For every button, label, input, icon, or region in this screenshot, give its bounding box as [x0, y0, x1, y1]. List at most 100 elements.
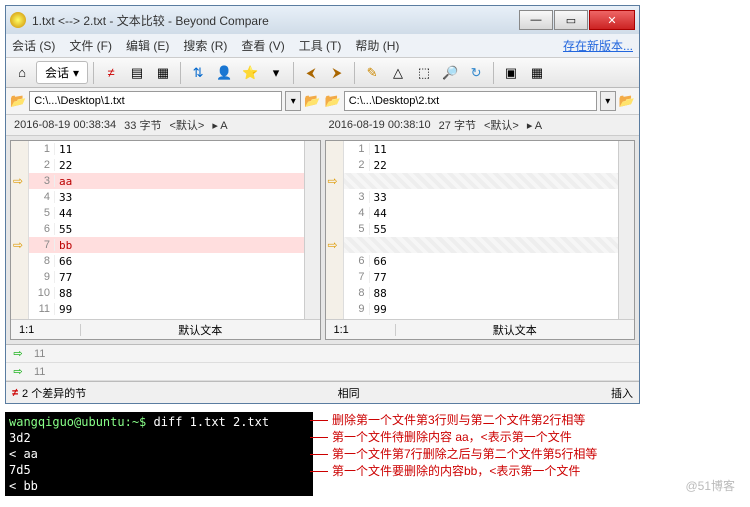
thumb-button[interactable]: ▤: [125, 61, 149, 85]
right-pane: ⇨⇨ 111222333444555666777888999- 1:1 默认文本: [325, 140, 636, 340]
line-row[interactable]: [344, 237, 619, 253]
term-out-3: < bb: [9, 478, 309, 494]
line-row[interactable]: 433: [29, 189, 304, 205]
annot-2: 第一个文件第7行删除之后与第二个文件第5行相等: [320, 446, 740, 463]
left-gutter: ⇨⇨: [11, 141, 29, 319]
menu-view[interactable]: 查看 (V): [241, 37, 284, 54]
terminal: wangqiguo@ubuntu:~$ diff 1.txt 2.txt 3d2…: [5, 412, 313, 496]
diff-icon: ≠: [12, 387, 18, 399]
marker-icon: ⇨: [6, 365, 30, 378]
menu-search[interactable]: 搜索 (R): [183, 37, 227, 54]
person-button[interactable]: 👤: [212, 61, 236, 85]
line-row[interactable]: 111: [29, 141, 304, 157]
line-row[interactable]: 999: [344, 301, 619, 317]
section-button[interactable]: ⬚: [412, 61, 436, 85]
minimize-button[interactable]: —: [519, 10, 553, 30]
bottom-line1: 11: [30, 348, 49, 360]
session-dropdown[interactable]: 会话▾: [36, 61, 88, 84]
home-button[interactable]: ⌂: [10, 61, 34, 85]
edit-button[interactable]: ✎: [360, 61, 384, 85]
left-enc-footer[interactable]: 默认文本: [81, 322, 320, 338]
annot-3: 第一个文件要删除的内容bb，<表示第一个文件: [320, 463, 740, 480]
right-timestamp: 2016-08-19 00:38:10: [329, 119, 431, 131]
annotations: 删除第一个文件第3行则与第二个文件第2行相等 第一个文件待删除内容 aa，<表示…: [320, 412, 740, 480]
line-row[interactable]: 666: [344, 253, 619, 269]
left-encoding[interactable]: <默认>: [169, 117, 204, 133]
right-pos: 1:1: [326, 324, 396, 336]
line-row[interactable]: 1199: [29, 301, 304, 317]
right-path-input[interactable]: [344, 91, 597, 111]
left-timestamp: 2016-08-19 00:38:34: [14, 119, 116, 131]
open-left-icon[interactable]: 📂: [10, 93, 26, 109]
browse-left-icon[interactable]: 📂: [304, 93, 320, 109]
menu-file[interactable]: 文件 (F): [69, 37, 112, 54]
diff-filter-button[interactable]: ≠: [99, 61, 123, 85]
status-diffs: 2 个差异的节: [22, 385, 86, 401]
line-row[interactable]: 1088: [29, 285, 304, 301]
right-path-dropdown[interactable]: ▾: [600, 91, 616, 111]
bottom-strip: ⇨11 ⇨11: [6, 344, 639, 381]
line-row[interactable]: 444: [344, 205, 619, 221]
right-scrollbar[interactable]: [618, 141, 634, 319]
window-title: 1.txt <--> 2.txt - 文本比较 - Beyond Compare: [32, 12, 519, 29]
maximize-button[interactable]: ▭: [554, 10, 588, 30]
line-row[interactable]: 222: [29, 157, 304, 173]
line-row[interactable]: 866: [29, 253, 304, 269]
grid-button[interactable]: ▦: [525, 61, 549, 85]
line-row[interactable]: 888: [344, 285, 619, 301]
left-scrollbar[interactable]: [304, 141, 320, 319]
left-path-input[interactable]: [29, 91, 282, 111]
left-lines[interactable]: 1112223aa4335446557bb86697710881199-: [29, 141, 304, 319]
right-size: 27 字节: [439, 117, 476, 133]
term-out-0: 3d2: [9, 430, 309, 446]
term-out-2: 7d5: [9, 462, 309, 478]
next-diff-button[interactable]: ▾: [264, 61, 288, 85]
line-row[interactable]: 777: [344, 269, 619, 285]
left-size: 33 字节: [124, 117, 161, 133]
mark-button[interactable]: △: [386, 61, 410, 85]
rules-button[interactable]: ⇅: [186, 61, 210, 85]
find-button[interactable]: 🔎: [438, 61, 462, 85]
toolbar: ⌂ 会话▾ ≠ ▤ ▦ ⇅ 👤 ⭐ ▾ ⮜ ⮞ ✎ △ ⬚ 🔎 ↻ ▣ ▦: [6, 58, 639, 88]
right-lines[interactable]: 111222333444555666777888999-: [344, 141, 619, 319]
line-row[interactable]: 655: [29, 221, 304, 237]
line-row[interactable]: [344, 173, 619, 189]
swap-button[interactable]: ▦: [151, 61, 175, 85]
command: diff 1.txt 2.txt: [154, 415, 270, 429]
menu-session[interactable]: 会话 (S): [12, 37, 55, 54]
copy-left-button[interactable]: ⮜: [299, 61, 323, 85]
titlebar[interactable]: 1.txt <--> 2.txt - 文本比较 - Beyond Compare…: [6, 6, 639, 34]
menu-edit[interactable]: 编辑 (E): [126, 37, 169, 54]
right-gutter: ⇨⇨: [326, 141, 344, 319]
layout-button[interactable]: ▣: [499, 61, 523, 85]
copy-right-button[interactable]: ⮞: [325, 61, 349, 85]
left-path-dropdown[interactable]: ▾: [285, 91, 301, 111]
reload-button[interactable]: ↻: [464, 61, 488, 85]
app-window: 1.txt <--> 2.txt - 文本比较 - Beyond Compare…: [5, 5, 640, 404]
right-encoding[interactable]: <默认>: [484, 117, 519, 133]
line-row[interactable]: 544: [29, 205, 304, 221]
line-row[interactable]: 555: [344, 221, 619, 237]
statusbar: ≠ 2 个差异的节 相同 插入: [6, 381, 639, 403]
right-enc-footer[interactable]: 默认文本: [396, 322, 635, 338]
star-button[interactable]: ⭐: [238, 61, 262, 85]
left-a[interactable]: ▸ A: [212, 119, 227, 132]
watermark: @51博客: [685, 477, 735, 494]
app-icon: [10, 12, 26, 28]
browse-right-icon[interactable]: 📂: [619, 93, 635, 109]
line-row[interactable]: 7bb: [29, 237, 304, 253]
compare-panes: ⇨⇨ 1112223aa4335446557bb86697710881199- …: [6, 136, 639, 344]
bottom-line2: 11: [30, 366, 49, 378]
line-row[interactable]: 222: [344, 157, 619, 173]
line-row[interactable]: 333: [344, 189, 619, 205]
close-button[interactable]: ✕: [589, 10, 635, 30]
line-row[interactable]: 3aa: [29, 173, 304, 189]
new-version-link[interactable]: 存在新版本...: [563, 37, 633, 54]
line-row[interactable]: 111: [344, 141, 619, 157]
open-right-icon[interactable]: 📂: [325, 93, 341, 109]
marker-icon: ⇨: [6, 347, 30, 360]
menu-tools[interactable]: 工具 (T): [299, 37, 342, 54]
line-row[interactable]: 977: [29, 269, 304, 285]
right-a[interactable]: ▸ A: [527, 119, 542, 132]
menu-help[interactable]: 帮助 (H): [355, 37, 399, 54]
